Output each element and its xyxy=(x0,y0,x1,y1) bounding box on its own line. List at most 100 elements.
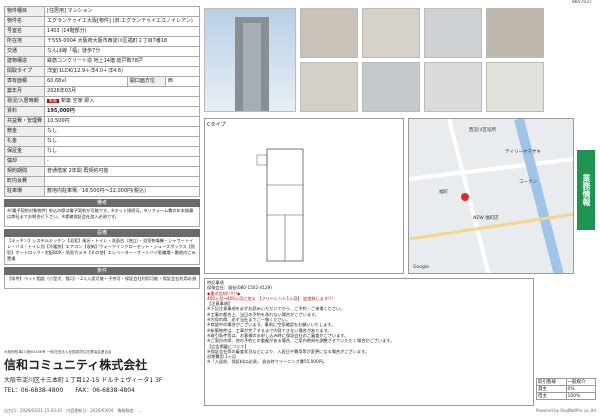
spec-row: 建物構造 鉄筋コンクリート造 地上14階 総戸数78戸 xyxy=(3,56,200,67)
spec-value: 195,000円 xyxy=(44,106,200,117)
business-info-tab[interactable]: 業務情報 xyxy=(577,150,595,230)
spec-row: 礼金 なし xyxy=(3,136,200,147)
spec-value: エグランテゥイエ大阪[物件] (旧:エグランテゥイエ江ノイレアン) xyxy=(44,16,200,27)
spec-label: 交通 xyxy=(3,46,46,57)
spec-row: 号室名 1403 (14階部分) xyxy=(3,26,200,37)
spec-label: 町内会費 xyxy=(3,176,46,187)
map-label: NEW 福町店 xyxy=(473,216,499,221)
spec-table: 物件種目 [住居用] マンション 物件名 エグランテゥイエ大阪[物件] (旧:エグラン… xyxy=(3,6,201,197)
spec-row: 町内会費 xyxy=(3,176,200,187)
spec-label: 敷金 xyxy=(3,126,46,137)
building-photo[interactable] xyxy=(204,8,296,112)
footer-powered-by: Powered by RealNetPro co.,ltd xyxy=(535,408,596,413)
spec-row: 賃料 195,000円 xyxy=(3,106,200,117)
spec-label: 共益費・管理費 xyxy=(3,116,46,127)
spec-value: 60.68㎡ xyxy=(44,76,128,87)
room-photo-5[interactable] xyxy=(300,62,358,112)
room-photo-4[interactable] xyxy=(486,8,544,58)
property-spec-column: 物件種目 [住居用] マンション 物件名 エグランテゥイエ大阪[物件] (旧:エグラン… xyxy=(3,6,201,289)
photo-gallery xyxy=(204,8,596,114)
spec-value: [住居用] マンション xyxy=(44,6,200,17)
remarks-box: 特記事項 保険会社：福祉(080-1502-4129) ◆重点告知!!!!!!◆ 40… xyxy=(204,278,534,406)
spec-row: 共益費・管理費 10,500円 xyxy=(3,116,200,127)
status-badge: 新築 xyxy=(47,98,60,103)
spec-value: 敷地内駐車場／16,500円～22,000円(税込) xyxy=(44,186,200,197)
spec-value: - xyxy=(44,156,200,167)
spec-row: 契約期間 普通借家 2年間 再契約可能 xyxy=(3,166,200,177)
footer: 出力日：2026/03/21 15:03:41 内容更新日：2026/03/04… xyxy=(4,408,596,414)
spec-row: 築年月 2026年03月 xyxy=(3,86,200,97)
company-tel[interactable]: TEL：06-6838-4800 xyxy=(4,387,63,394)
spec-value: 普通借家 2年間 再契約可能 xyxy=(44,166,200,177)
spec-row: 専有面積 60.68㎡ 開口面方位西 xyxy=(3,76,201,87)
floorplan-type-label: Cタイプ xyxy=(207,122,226,128)
room-photo-3[interactable] xyxy=(424,8,482,58)
floorplan-drawing xyxy=(256,148,304,262)
room-photo-1[interactable] xyxy=(300,8,358,58)
spec-value: なんば線「福」徒歩7分 xyxy=(44,46,200,57)
company-address: 大阪市淀川区十三本町１丁目12-15 ドルチェヴィータ1 3F xyxy=(4,377,163,384)
spec-value: 新築 新築 空家 即入 xyxy=(44,96,200,107)
trade-row-label: 貸主 xyxy=(536,385,567,393)
spec-label: 専有面積 xyxy=(3,76,46,87)
spec-label: 礼金 xyxy=(3,136,46,147)
spec-label: 間取タイプ xyxy=(3,66,46,77)
notes-header: 備考 xyxy=(4,199,200,207)
spec-value: なし xyxy=(44,136,200,147)
spec-label: 号室名 xyxy=(3,26,46,37)
spec-row: 償却 - xyxy=(3,156,200,167)
trade-row-value: 100% xyxy=(565,392,596,400)
trade-terms: 取引態様 一般媒介 貸主 0% 借主 100% xyxy=(536,378,596,400)
floor-plan: Cタイプ xyxy=(204,118,404,274)
map-label: Google xyxy=(413,265,429,270)
room-photo-7[interactable] xyxy=(424,62,482,112)
spec-label: 物件名 xyxy=(3,16,46,27)
spec-value: なし xyxy=(44,146,200,157)
company-contact: TEL：06-6838-4800 FAX：06-6838-4804 xyxy=(4,385,200,394)
spec-label: 建物構造 xyxy=(3,56,46,67)
room-photo-2[interactable] xyxy=(362,8,420,58)
spec-value: 洋室(1LDK(12.9＋洋4.0＋洋4.6) xyxy=(44,66,200,77)
footer-timestamp: 出力日：2026/03/21 15:03:41 内容更新日：2026/03/04… xyxy=(4,408,142,413)
remark-line: ※「入居前、保証料は必須」 退去時クリーニング費55,000円。 xyxy=(207,359,327,365)
map-label: 西淀川区役所 xyxy=(469,128,496,133)
spec-label: 物件種目 xyxy=(3,6,46,17)
spec-value: 鉄筋コンクリート造 地上14階 総戸数78戸 xyxy=(44,56,200,67)
conditions-text: 【条件】ペット相談（小型犬、猫可）・2人入居可能・子供可・保証会社利用可能・保証… xyxy=(4,275,200,289)
equipment-text: 【キッチン】システムキッチン【浴室】風呂・トイレ・洗面台（独立）・浴室乾燥機・シ… xyxy=(4,237,200,265)
company-fax: FAX：06-6838-4804 xyxy=(75,387,135,394)
spec-label: 賃料 xyxy=(3,106,46,117)
map-label: デイリーヤマザキ xyxy=(505,150,541,155)
location-pin-icon xyxy=(461,193,469,201)
area-map[interactable]: 西淀川区役所 福町 デイリーヤマザキ コーナン NEW 福町店 Google xyxy=(408,118,574,274)
spec-row: 駐車場 敷地内駐車場／16,500円～22,000円(税込) xyxy=(3,186,200,197)
spec-label: 現況/入居時期 xyxy=(3,96,46,107)
trade-row-label: 借主 xyxy=(536,392,567,400)
spec-label: 保証金 xyxy=(3,146,46,157)
spec-row: 物件名 エグランテゥイエ大阪[物件] (旧:エグランテゥイエ江ノイレアン) xyxy=(3,16,200,27)
license-line: 大阪府知事(2)第60336号 一般社団法人全国賃貸住宅業協会連合会 xyxy=(4,350,112,354)
spec-extra-value: 西 xyxy=(164,76,201,87)
notes-text: ※[電子契約対象物件] 申込の際は電子契約が可能です。※ネット接続可。※リフォー… xyxy=(4,207,200,227)
spec-value: 10,500円 xyxy=(44,116,200,127)
spec-value: 1403 (14階部分) xyxy=(44,26,200,37)
room-photo-8[interactable] xyxy=(486,62,544,112)
trade-title: 取引態様 xyxy=(536,378,567,386)
spec-label: 所在地 xyxy=(3,36,46,47)
spec-label: 償却 xyxy=(3,156,46,167)
trade-value: 一般媒介 xyxy=(565,378,596,386)
room-photo-6[interactable] xyxy=(362,62,420,112)
spec-row: 現況/入居時期 新築 新築 空家 即入 xyxy=(3,96,200,107)
spec-extra-label: 開口面方位 xyxy=(126,76,166,87)
spec-row: 所在地 〒555-0004 大阪府大阪市西淀川区福町２丁目7番18 xyxy=(3,36,200,47)
spec-row: 交通 なんば線「福」徒歩7分 xyxy=(3,46,200,57)
spec-value: なし xyxy=(44,126,200,137)
spec-row: 敷金 なし xyxy=(3,126,200,137)
spec-label: 契約期間 xyxy=(3,166,46,177)
spec-value xyxy=(44,176,200,187)
equipment-header: 設備 xyxy=(4,229,200,237)
spec-label: 駐車場 xyxy=(3,186,46,197)
map-drawing xyxy=(409,119,573,273)
map-label: コーナン xyxy=(519,180,537,185)
spec-row: 物件種目 [住居用] マンション xyxy=(3,6,200,17)
